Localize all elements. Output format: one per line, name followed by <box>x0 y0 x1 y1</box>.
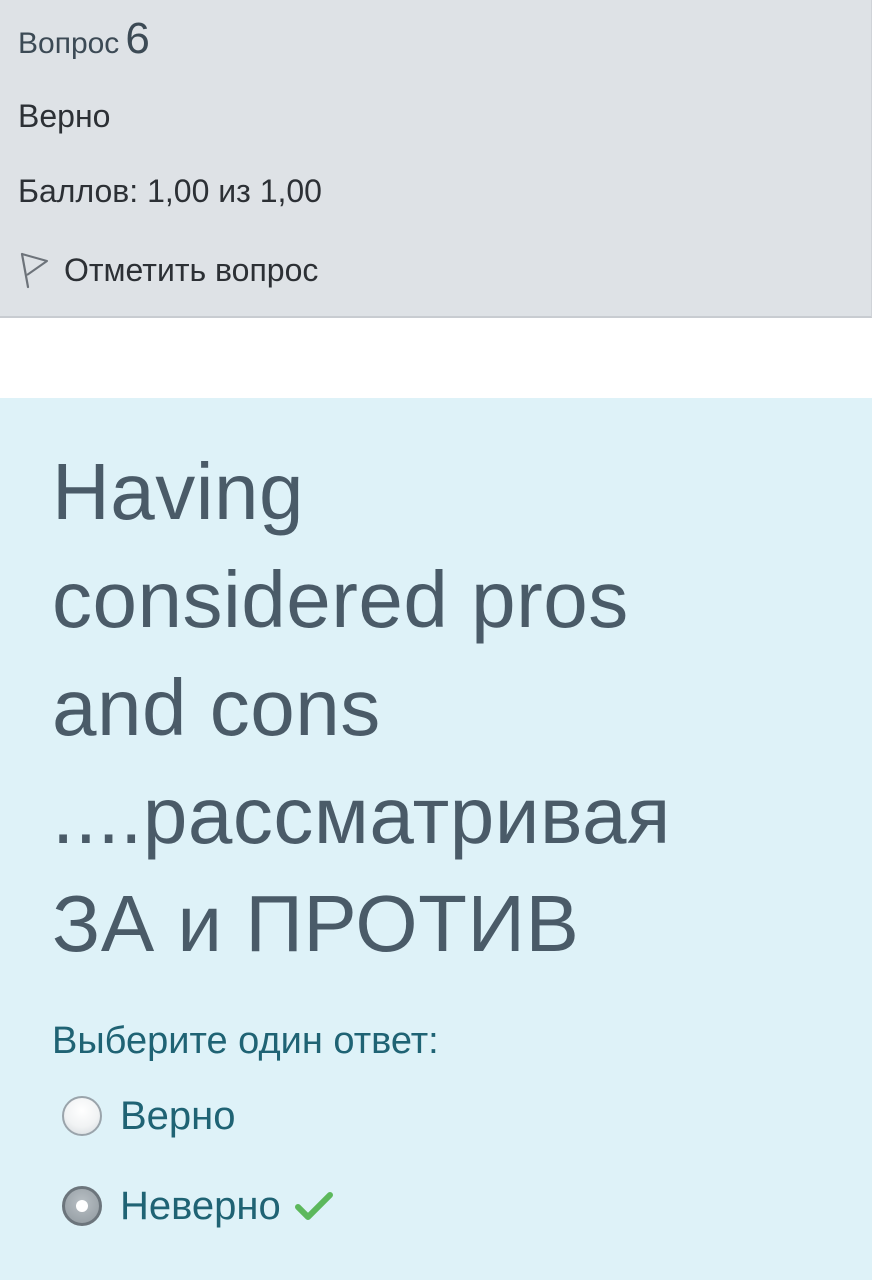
question-info-panel: Вопрос 6 Верно Баллов: 1,00 из 1,00 Отмет… <box>0 0 872 318</box>
question-text-line: and cons <box>52 663 381 752</box>
question-state: Верно <box>18 98 111 134</box>
answer-label: Неверно <box>120 1183 281 1228</box>
question-number: 6 <box>125 14 150 63</box>
question-text-line: ....рассматривая <box>52 771 671 860</box>
flag-question-label: Отметить вопрос <box>64 251 319 288</box>
question-heading: Вопрос 6 <box>18 14 150 64</box>
question-label: Вопрос <box>18 27 120 60</box>
flag-question-link[interactable]: Отметить вопрос <box>18 248 318 292</box>
answer-prompt: Выберите один ответ: <box>52 1020 439 1062</box>
flag-outline-icon <box>18 251 50 289</box>
question-text-line: ЗА и ПРОТИВ <box>52 879 580 968</box>
question-text: Having considered pros and cons ....расс… <box>52 438 842 978</box>
question-content: Having considered pros and cons ....расс… <box>0 398 872 1280</box>
checkmark-icon <box>294 1190 333 1222</box>
question-text-line: Having <box>52 447 305 536</box>
question-text-line: considered pros <box>52 555 629 644</box>
answer-label: Верно <box>120 1093 236 1138</box>
answer-option-true[interactable]: Верно <box>62 1092 236 1140</box>
question-grade: Баллов: 1,00 из 1,00 <box>18 173 322 209</box>
answer-option-false[interactable]: Неверно <box>62 1182 333 1230</box>
radio-button-selected[interactable] <box>62 1186 102 1226</box>
radio-button[interactable] <box>62 1096 102 1136</box>
